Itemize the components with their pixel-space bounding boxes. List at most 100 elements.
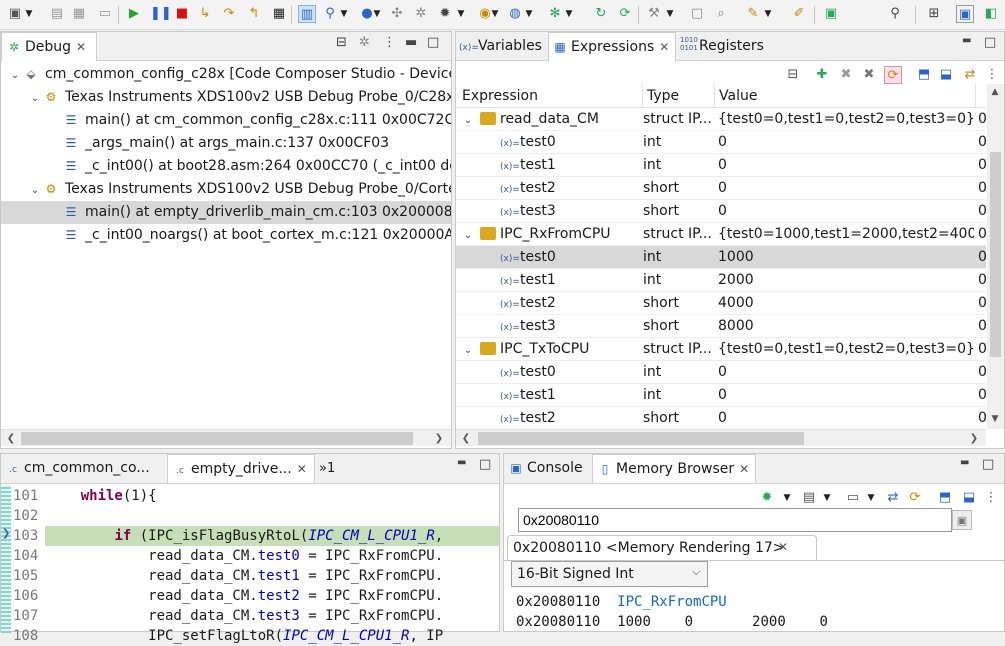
step-return-icon[interactable]: ↰ xyxy=(245,5,263,23)
close-icon[interactable]: ✕ xyxy=(76,40,86,54)
scroll-thumb[interactable] xyxy=(478,432,804,445)
refresh-icon[interactable]: ⟳ xyxy=(884,66,902,84)
chip-icon[interactable]: ✹ xyxy=(758,489,776,507)
bug-icon[interactable]: ✲ xyxy=(412,5,430,23)
go-icon[interactable]: ▣ xyxy=(952,510,972,530)
step-over-icon[interactable]: ↷ xyxy=(220,5,238,23)
add-icon[interactable]: ✚ xyxy=(813,66,831,84)
expression-value[interactable]: 0 xyxy=(718,384,974,406)
settings-icon[interactable]: ✻ xyxy=(546,5,564,23)
minimize-icon[interactable]: ▬ xyxy=(457,457,466,468)
step-into-icon[interactable]: ↳ xyxy=(196,5,214,23)
expression-row[interactable]: (x)=test2short00 xyxy=(456,407,986,430)
expression-value[interactable]: 0 xyxy=(718,200,974,222)
view-menu-icon[interactable]: ⋮ xyxy=(982,489,1000,507)
refresh-icon[interactable]: ⟳ xyxy=(906,489,924,507)
run-icon[interactable]: ◍ xyxy=(506,5,524,23)
search-icon[interactable]: ⚲ xyxy=(886,5,904,23)
resume-icon[interactable]: ▶ xyxy=(125,5,143,23)
chevron-down-icon[interactable]: ▼ xyxy=(456,5,466,23)
maximize-icon[interactable]: □ xyxy=(479,457,491,472)
scroll-right-icon[interactable]: ❯ xyxy=(966,430,982,447)
import-icon[interactable]: ⬒ xyxy=(936,489,954,507)
expression-row[interactable]: (x)=test2short00 xyxy=(456,177,986,200)
target-icon[interactable]: ▥ xyxy=(298,5,316,23)
remove-icon[interactable]: ✖ xyxy=(837,66,855,84)
view-menu-icon[interactable]: ⋮ xyxy=(383,35,396,50)
debug-tree-item[interactable]: ⌄ ⬙ cm_common_config_c28x [Code Composer S… xyxy=(1,63,451,86)
close-icon[interactable]: ✕ xyxy=(778,540,788,554)
import-icon[interactable]: ⬒ xyxy=(915,66,933,84)
format-select[interactable]: 16-Bit Signed Int ⌵ xyxy=(511,561,708,587)
chevron-down-icon[interactable]: ▼ xyxy=(866,489,876,507)
expand-chevron-icon[interactable]: ⌄ xyxy=(9,64,21,86)
code-line[interactable]: read_data_CM.test2 = IPC_RxFromCPU. xyxy=(47,586,499,606)
wand-icon[interactable]: ✎ xyxy=(744,5,762,23)
restart-icon[interactable]: ↻ xyxy=(592,5,610,23)
code-line[interactable]: read_data_CM.test1 = IPC_RxFromCPU. xyxy=(47,566,499,586)
close-icon[interactable]: ✕ xyxy=(297,462,307,476)
tab-variables[interactable]: (x)=Variables xyxy=(456,32,546,61)
chevron-down-icon[interactable]: ▼ xyxy=(490,5,500,23)
expression-row[interactable]: (x)=test1int00 xyxy=(456,384,986,407)
tab-empty-driverlib[interactable]: .c empty_drive... ✕ xyxy=(167,454,315,483)
expand-chevron-icon[interactable]: ⌄ xyxy=(462,224,474,245)
collapse-icon[interactable]: ⊟ xyxy=(336,35,347,50)
chevron-down-icon[interactable]: ▼ xyxy=(564,5,574,23)
debug-tree-item[interactable]: ☰ _c_int00_noargs() at boot_cortex_m.c:12… xyxy=(1,224,451,247)
expression-value[interactable]: 0 xyxy=(718,361,974,383)
sync-icon[interactable]: ⇄ xyxy=(884,489,902,507)
expand-chevron-icon[interactable]: ⌄ xyxy=(29,179,41,201)
scroll-left-icon[interactable]: ❮ xyxy=(3,430,19,447)
suspend-icon[interactable]: ❚❚ xyxy=(150,5,172,23)
scroll-thumb[interactable] xyxy=(990,152,1001,357)
search-tool-icon[interactable]: ⌕ xyxy=(712,5,730,23)
expression-row[interactable]: (x)=test0int00 xyxy=(456,131,986,154)
tab-memory-browser[interactable]: ▯ Memory Browser ✕ xyxy=(592,454,756,483)
terminate-icon[interactable]: ■ xyxy=(173,5,191,23)
expression-value[interactable]: {test0=0,test1=0,test2=0,test3=0} xyxy=(718,338,974,360)
code-line[interactable]: IPC_setFlagLtoR(IPC_CM_L_CPU1_R, IP xyxy=(47,626,499,646)
debug-run-icon[interactable]: ✹ xyxy=(436,5,454,23)
clipboard-icon[interactable]: ▢ xyxy=(688,5,706,23)
expand-chevron-icon[interactable]: ⌄ xyxy=(462,339,474,360)
remove-all-icon[interactable]: ✖ xyxy=(860,66,878,84)
window-icon[interactable]: ▣ xyxy=(822,5,840,23)
save-all-icon[interactable]: ▦ xyxy=(70,5,88,23)
hammer-icon[interactable]: ⚒ xyxy=(645,5,663,23)
code-line[interactable]: read_data_CM.test0 = IPC_RxFromCPU. xyxy=(47,546,499,566)
chevron-down-icon[interactable]: ▼ xyxy=(782,489,792,507)
close-icon[interactable]: ✕ xyxy=(739,462,749,476)
code-line[interactable]: while(1){ xyxy=(47,486,499,506)
tab-memory-rendering[interactable]: 0x20080110 <Memory Rendering 17> ✕ xyxy=(507,535,817,561)
debug-tree-item[interactable]: ☰ _args_main() at args_main.c:137 0x00CF0… xyxy=(1,132,451,155)
pencil-icon[interactable]: ✐ xyxy=(790,5,808,23)
expression-row[interactable]: (x)=test1int00 xyxy=(456,154,986,177)
debug-tree-item[interactable]: ⌄ ⚙ Texas Instruments XDS100v2 USB Debug P… xyxy=(1,86,451,109)
debug-tree-item[interactable]: ☰ main() at empty_driverlib_main_cm.c:103… xyxy=(1,201,451,224)
code-line[interactable] xyxy=(47,506,499,526)
expand-chevron-icon[interactable]: ⌄ xyxy=(462,109,474,130)
scroll-right-icon[interactable]: ❯ xyxy=(431,430,447,447)
expression-value[interactable]: 0 xyxy=(718,154,974,176)
save-icon[interactable]: ▤ xyxy=(48,5,66,23)
column-header-extra[interactable] xyxy=(975,84,986,108)
maximize-icon[interactable]: □ xyxy=(984,35,996,50)
view-menu-icon[interactable]: ⋮ xyxy=(983,66,1001,84)
minimize-icon[interactable]: ▬ xyxy=(960,457,969,468)
scroll-left-icon[interactable]: ❮ xyxy=(458,430,474,447)
debug-tree-item[interactable]: ☰ main() at cm_common_config_c28x.c:111 0… xyxy=(1,109,451,132)
sync-icon[interactable]: ⇄ xyxy=(961,66,979,84)
debug-tree-item[interactable]: ⌄ ⚙ Texas Instruments XDS100v2 USB Debug P… xyxy=(1,178,451,201)
scroll-thumb[interactable] xyxy=(21,432,413,445)
horizontal-scrollbar[interactable]: ❮ ❯ xyxy=(1,429,451,446)
expression-row[interactable]: (x)=test3short80000 xyxy=(456,315,986,338)
perspective-icon[interactable]: ⊞ xyxy=(925,5,943,23)
scroll-up-icon[interactable]: ▲ xyxy=(987,84,1003,101)
close-icon[interactable]: ✕ xyxy=(659,40,669,54)
expression-row[interactable]: (x)=test0int00 xyxy=(456,361,986,384)
minimize-icon[interactable]: ▬ xyxy=(405,35,417,50)
code-line[interactable]: read_data_CM.test3 = IPC_RxFromCPU. xyxy=(47,606,499,626)
maximize-icon[interactable]: □ xyxy=(427,35,439,50)
export-icon[interactable]: ⬓ xyxy=(937,66,955,84)
